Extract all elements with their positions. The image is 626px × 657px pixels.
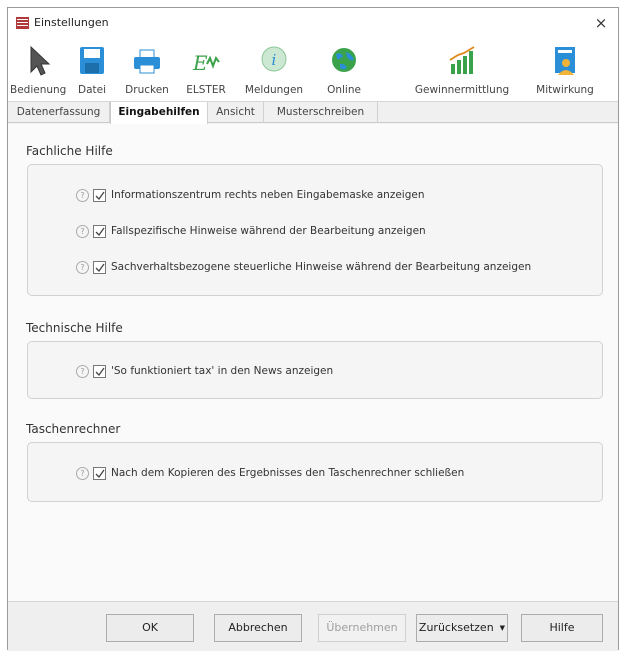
option-row: ? Fallspezifische Hinweise während der B…: [76, 223, 426, 239]
window-title: Einstellungen: [34, 16, 109, 29]
option-label: Sachverhaltsbezogene steuerliche Hinweis…: [111, 261, 532, 273]
toolbar-label: Bedienung: [10, 84, 67, 96]
info-bubble-icon: i: [261, 46, 287, 72]
dialog-footer: OK Abbrechen Übernehmen Zurücksetzen ▼ Hi…: [8, 601, 618, 651]
help-icon[interactable]: ?: [76, 364, 89, 378]
reset-button-label: Zurücksetzen: [418, 621, 494, 634]
toolbar-label: ELSTER: [186, 84, 226, 96]
tab-strip: Datenerfassung Eingabehilfen Ansicht Mus…: [8, 102, 618, 124]
group-technische-hilfe: ? 'So funktioniert tax' in den News anze…: [27, 341, 603, 399]
option-label: Fallspezifische Hinweise während der Bea…: [111, 225, 426, 237]
checkbox-fallspezifische-hinweise[interactable]: [93, 224, 106, 238]
checkmark-icon: [95, 191, 105, 200]
checkbox-sachverhaltsbezogene-hinweise[interactable]: [93, 260, 106, 274]
toolbar-label: Meldungen: [244, 84, 304, 96]
checkbox-informationszentrum[interactable]: [93, 188, 106, 202]
toolbar-item-meldungen[interactable]: i Meldungen: [236, 38, 312, 102]
section-title-fachliche-hilfe: Fachliche Hilfe: [26, 144, 113, 158]
checkmark-icon: [95, 227, 105, 236]
toolbar-item-bedienung[interactable]: Bedienung: [10, 38, 66, 102]
elster-icon: E: [192, 51, 220, 75]
close-icon[interactable]: ×: [590, 12, 612, 34]
help-icon[interactable]: ?: [76, 224, 89, 238]
toolbar-item-datei[interactable]: Datei: [70, 38, 114, 102]
option-label: 'So funktioniert tax' in den News anzeig…: [111, 365, 334, 377]
tab-datenerfassung[interactable]: Datenerfassung: [8, 102, 110, 123]
option-row: ? Informationszentrum rechts neben Einga…: [76, 187, 425, 203]
option-label: Informationszentrum rechts neben Eingabe…: [111, 189, 425, 201]
bar-chart-icon: [449, 46, 475, 74]
svg-text:i: i: [272, 51, 277, 69]
toolbar-item-online[interactable]: Online: [316, 38, 372, 102]
option-label: Nach dem Kopieren des Ergebnisses den Ta…: [111, 467, 465, 479]
dropdown-arrow-icon: ▼: [499, 624, 506, 632]
tab-ansicht[interactable]: Ansicht: [208, 102, 264, 123]
checkmark-icon: [95, 469, 105, 478]
cursor-icon: [30, 45, 51, 76]
help-icon[interactable]: ?: [76, 260, 89, 274]
option-row: ? Nach dem Kopieren des Ergebnisses den …: [76, 465, 464, 481]
printer-icon: [134, 49, 160, 74]
toolbar-label: Online: [327, 84, 361, 96]
app-icon: [16, 17, 29, 29]
checkbox-so-funktioniert-tax[interactable]: [93, 364, 106, 378]
tab-content: Fachliche Hilfe ? Informationszentrum re…: [8, 124, 618, 601]
help-icon[interactable]: ?: [76, 188, 89, 202]
cancel-button[interactable]: Abbrechen: [214, 614, 302, 642]
checkbox-taschenrechner-schliessen[interactable]: [93, 466, 106, 480]
section-title-taschenrechner: Taschenrechner: [26, 422, 121, 436]
toolbar-label: Datei: [77, 84, 106, 96]
user-document-icon: [555, 47, 575, 75]
toolbar-label: Drucken: [125, 84, 169, 96]
help-button[interactable]: Hilfe: [521, 614, 603, 642]
help-icon[interactable]: ?: [76, 466, 89, 480]
checkmark-icon: [95, 263, 105, 272]
option-row: ? 'So funktioniert tax' in den News anze…: [76, 363, 333, 379]
toolbar-item-mitwirkung[interactable]: Mitwirkung: [530, 38, 600, 102]
reset-dropdown-button[interactable]: Zurücksetzen ▼: [416, 614, 508, 642]
title-bar: Einstellungen ×: [8, 8, 618, 38]
toolbar-item-drucken[interactable]: Drucken: [118, 38, 176, 102]
toolbar-item-gewinnermittlung[interactable]: Gewinnermittlung: [408, 38, 516, 102]
group-taschenrechner: ? Nach dem Kopieren des Ergebnisses den …: [27, 442, 603, 502]
settings-dialog: Einstellungen × Bedienung Datei Drucken …: [7, 7, 619, 651]
toolbar-label: Gewinnermittlung: [414, 84, 510, 96]
option-row: ? Sachverhaltsbezogene steuerliche Hinwe…: [76, 259, 531, 275]
apply-button[interactable]: Übernehmen: [318, 614, 406, 642]
group-fachliche-hilfe: ? Informationszentrum rechts neben Einga…: [27, 164, 603, 296]
toolbar-item-elster[interactable]: E ELSTER: [180, 38, 232, 102]
checkmark-icon: [95, 367, 105, 376]
tab-eingabehilfen[interactable]: Eingabehilfen: [110, 102, 208, 124]
svg-text:E: E: [192, 51, 208, 75]
globe-icon: [332, 48, 356, 72]
toolbar-label: Mitwirkung: [536, 84, 594, 96]
tab-musterschreiben[interactable]: Musterschreiben: [264, 102, 378, 123]
floppy-disk-icon: [80, 47, 104, 74]
category-toolbar: Bedienung Datei Drucken E ELSTER i Meldu…: [8, 38, 618, 102]
ok-button[interactable]: OK: [106, 614, 194, 642]
section-title-technische-hilfe: Technische Hilfe: [26, 321, 123, 335]
